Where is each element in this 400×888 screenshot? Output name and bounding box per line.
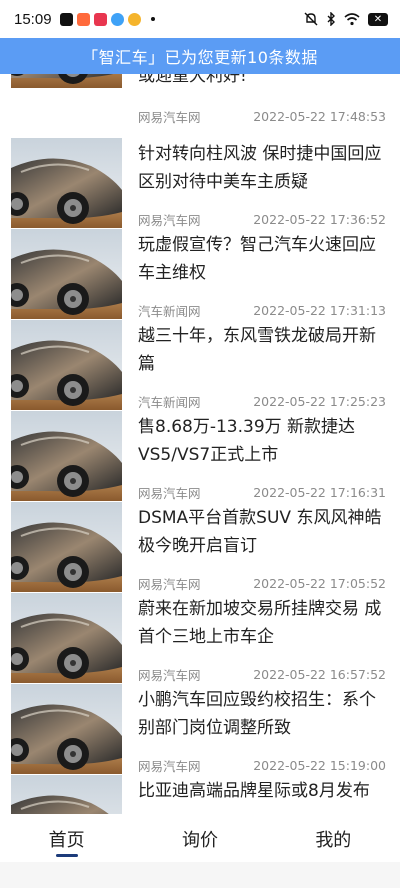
car-thumbnail [11, 411, 122, 501]
news-source: 汽车新闻网 [138, 303, 201, 319]
news-meta: 网易汽车网 2022-05-22 17:36:52 [138, 210, 386, 228]
news-item[interactable]: 蔚来在新加坡交易所挂牌交易 成首个三地上市车企 网易汽车网 2022-05-22… [0, 593, 400, 683]
news-title: 售8.68万-13.39万 新款捷达VS5/VS7正式上市 [138, 417, 356, 465]
active-tab-indicator [55, 854, 78, 857]
news-meta: 网易汽车网 2022-05-22 17:05:52 [138, 574, 386, 592]
news-time: 2022-05-22 17:48:53 [253, 108, 386, 124]
bluetooth-icon [327, 12, 335, 26]
system-icons: ✕ [304, 12, 388, 26]
status-time: 15:09 [14, 10, 52, 28]
news-source: 网易汽车网 [138, 212, 201, 228]
camera-icon [110, 12, 124, 26]
update-banner-text: 「智汇车」已为您更新10条数据 [82, 48, 318, 67]
news-title: 越三十年，东风雪铁龙破局开新篇 [138, 326, 376, 374]
news-title: 小鹏汽车回应毁约校招生：系个别部门岗位调整所致 [138, 690, 376, 738]
news-meta: 网易汽车网 2022-05-22 15:19:00 [138, 756, 386, 774]
news-title: 比亚迪高端品牌星际或8月发布 [138, 781, 370, 801]
news-meta: 网易汽车网 2022-05-22 17:16:31 [138, 483, 386, 501]
weibo-icon [127, 12, 141, 26]
news-item[interactable]: 针对转向柱风波 保时捷中国回应区别对待中美车主质疑 网易汽车网 2022-05-… [0, 138, 400, 228]
news-item[interactable]: 玩虚假宣传？智己汽车火速回应车主维权 汽车新闻网 2022-05-22 17:3… [0, 229, 400, 319]
update-banner: 「智汇车」已为您更新10条数据 [0, 38, 400, 74]
news-time: 2022-05-22 16:57:52 [253, 666, 386, 682]
news-title: 玩虚假宣传？智己汽车火速回应车主维权 [138, 235, 376, 283]
news-meta: 汽车新闻网 2022-05-22 17:31:13 [138, 301, 386, 319]
news-time: 2022-05-22 17:31:13 [253, 302, 386, 318]
news-item[interactable]: 售8.68万-13.39万 新款捷达VS5/VS7正式上市 网易汽车网 2022… [0, 411, 400, 501]
news-time: 2022-05-22 17:36:52 [253, 211, 386, 227]
car-thumbnail [11, 502, 122, 592]
news-title: 蔚来在新加坡交易所挂牌交易 成首个三地上市车企 [138, 599, 382, 647]
news-source: 网易汽车网 [138, 667, 201, 683]
car-thumbnail [11, 320, 122, 410]
car-thumbnail [11, 138, 122, 228]
system-navigation-bar [0, 862, 400, 888]
photo-icon [76, 12, 90, 26]
news-time: 2022-05-22 15:19:00 [253, 757, 386, 773]
news-source: 汽车新闻网 [138, 394, 201, 410]
battery-icon: ✕ [368, 12, 388, 26]
notification-icons [59, 12, 155, 26]
news-meta: 网易汽车网 2022-05-22 16:57:52 [138, 665, 386, 683]
news-source: 网易汽车网 [138, 576, 201, 592]
tiktok-icon [59, 12, 73, 26]
car-thumbnail [11, 229, 122, 319]
news-item[interactable]: 小鹏汽车回应毁约校招生：系个别部门岗位调整所致 网易汽车网 2022-05-22… [0, 684, 400, 774]
video-icon [93, 12, 107, 26]
news-meta: 网易汽车网 2022-05-22 17:48:53 [138, 107, 386, 125]
news-item[interactable]: DSMA平台首款SUV 东风风神皓极今晚开启盲订 网易汽车网 2022-05-2… [0, 502, 400, 592]
news-meta: 汽车新闻网 2022-05-22 17:25:23 [138, 392, 386, 410]
tab-inquiry-label: 询价 [181, 830, 218, 851]
tab-mine-label: 我的 [315, 830, 352, 851]
news-item[interactable]: 越三十年，东风雪铁龙破局开新篇 汽车新闻网 2022-05-22 17:25:2… [0, 320, 400, 410]
news-time: 2022-05-22 17:16:31 [253, 484, 386, 500]
news-source: 网易汽车网 [138, 485, 201, 501]
mute-icon [304, 12, 318, 26]
wifi-icon [344, 12, 360, 25]
news-title: DSMA平台首款SUV 东风风神皓极今晚开启盲订 [138, 508, 382, 556]
news-source: 网易汽车网 [138, 758, 201, 774]
more-dot-icon [150, 17, 155, 21]
news-source: 网易汽车网 [138, 109, 201, 125]
news-title: 针对转向柱风波 保时捷中国回应区别对待中美车主质疑 [138, 144, 382, 192]
screen: 或迎重大利好! 网易汽车网 2022-05-22 17:48:53 针对转向柱风… [0, 0, 400, 888]
news-time: 2022-05-22 17:25:23 [253, 393, 386, 409]
status-bar: 15:09 ✕ [0, 0, 400, 38]
tab-home-label: 首页 [48, 830, 85, 851]
news-time: 2022-05-22 17:05:52 [253, 575, 386, 591]
car-thumbnail [11, 593, 122, 683]
car-thumbnail [11, 684, 122, 774]
